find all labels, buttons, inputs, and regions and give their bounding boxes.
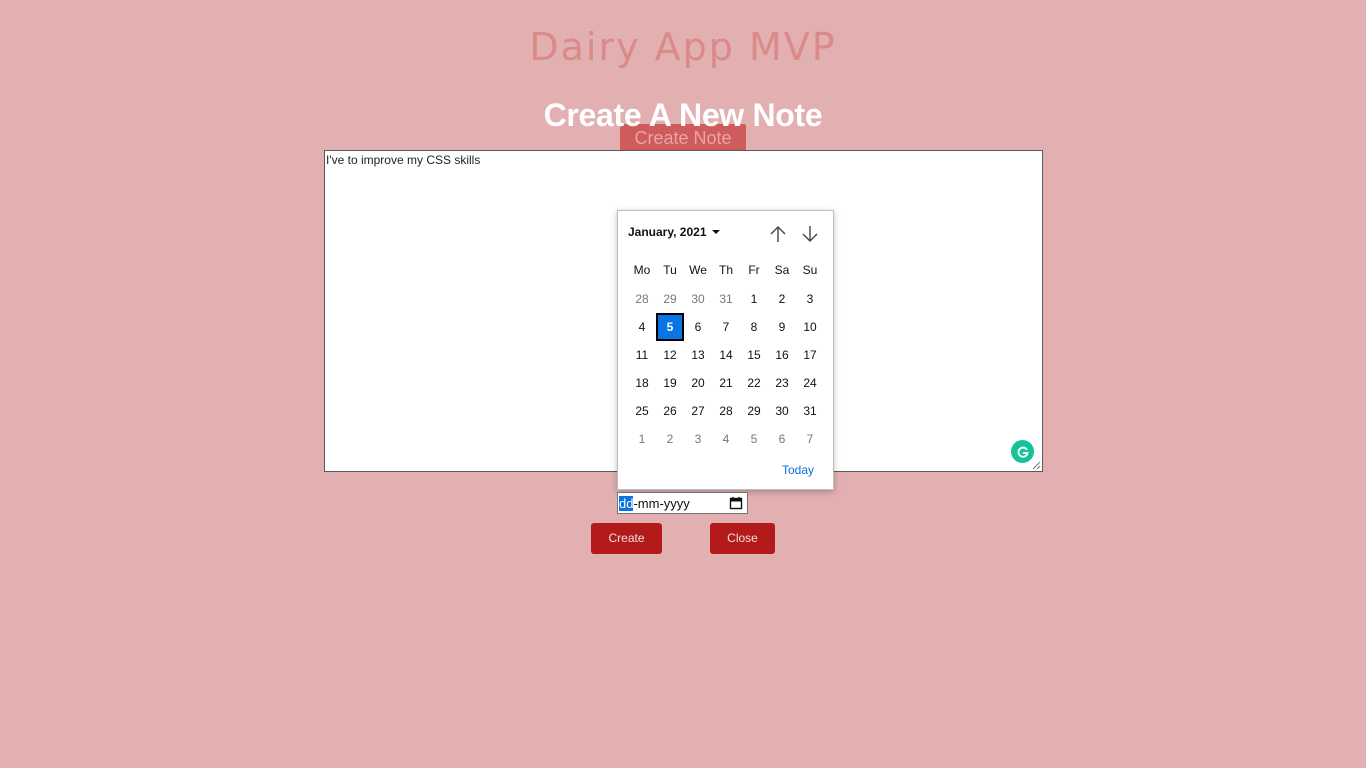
weekday-label: Mo [633, 263, 651, 277]
calendar-day[interactable]: 17 [796, 341, 824, 369]
grammarly-icon[interactable] [1011, 440, 1034, 463]
arrow-up-icon[interactable] [767, 223, 789, 245]
calendar-week-row: 11 12 13 14 15 16 17 [628, 341, 824, 369]
month-year-select[interactable]: January, 2021 [628, 225, 720, 239]
calendar-day[interactable]: 8 [740, 313, 768, 341]
date-picker-popup: January, 2021 Mo Tu We Th Fr Sa Su 28 29… [617, 210, 834, 490]
calendar-week-row: 18 19 20 21 22 23 24 [628, 369, 824, 397]
date-day-segment[interactable]: dd [619, 495, 634, 511]
weekday-label: Fr [748, 263, 760, 277]
app-title: Dairy App MVP [529, 25, 837, 69]
calendar-week-row: 4 5 6 7 8 9 10 [628, 313, 824, 341]
calendar-day[interactable]: 19 [656, 369, 684, 397]
resize-handle-icon[interactable] [1032, 461, 1041, 470]
date-input[interactable]: dd -mm-yyyy [617, 492, 748, 514]
calendar-day[interactable]: 11 [628, 341, 656, 369]
calendar-day[interactable]: 7 [712, 313, 740, 341]
calendar-day[interactable]: 21 [712, 369, 740, 397]
note-text: I've to improve my CSS skills [326, 153, 481, 167]
calendar-day[interactable]: 12 [656, 341, 684, 369]
weekday-label: Tu [663, 263, 677, 277]
arrow-down-icon[interactable] [799, 223, 821, 245]
date-month-year-segment[interactable]: -mm-yyyy [633, 496, 689, 511]
caret-down-icon [711, 230, 720, 234]
modal-title: Create A New Note [543, 97, 823, 133]
calendar-day[interactable]: 3 [796, 285, 824, 313]
calendar-day[interactable]: 16 [768, 341, 796, 369]
calendar-day[interactable]: 6 [684, 313, 712, 341]
calendar-icon[interactable] [729, 496, 743, 510]
calendar-day[interactable]: 31 [712, 285, 740, 313]
calendar-week-row: 25 26 27 28 29 30 31 [628, 397, 824, 425]
calendar-day[interactable]: 20 [684, 369, 712, 397]
calendar-day[interactable]: 31 [796, 397, 824, 425]
calendar-day[interactable]: 4 [628, 313, 656, 341]
calendar-day[interactable]: 9 [768, 313, 796, 341]
calendar-day[interactable]: 4 [712, 425, 740, 453]
calendar-day[interactable]: 18 [628, 369, 656, 397]
calendar-day-selected[interactable]: 5 [656, 313, 684, 341]
calendar-day[interactable]: 30 [768, 397, 796, 425]
calendar-day[interactable]: 13 [684, 341, 712, 369]
weekday-label: Su [802, 263, 818, 277]
create-button[interactable]: Create [591, 523, 662, 554]
calendar-day[interactable]: 14 [712, 341, 740, 369]
calendar-day[interactable]: 15 [740, 341, 768, 369]
weekday-label: Th [718, 263, 733, 277]
weekday-label: We [689, 263, 707, 277]
calendar-day[interactable]: 5 [740, 425, 768, 453]
weekday-header: Mo Tu We Th Fr Sa Su [628, 262, 824, 278]
calendar-day[interactable]: 29 [740, 397, 768, 425]
today-button[interactable]: Today [782, 463, 814, 477]
calendar-day[interactable]: 2 [656, 425, 684, 453]
month-year-label: January, 2021 [628, 225, 707, 239]
calendar-day[interactable]: 29 [656, 285, 684, 313]
calendar-day[interactable]: 2 [768, 285, 796, 313]
calendar-day[interactable]: 24 [796, 369, 824, 397]
calendar-week-row: 28 29 30 31 1 2 3 [628, 285, 824, 313]
calendar-day[interactable]: 10 [796, 313, 824, 341]
calendar-day[interactable]: 3 [684, 425, 712, 453]
calendar-day[interactable]: 28 [628, 285, 656, 313]
calendar-day[interactable]: 22 [740, 369, 768, 397]
close-button[interactable]: Close [710, 523, 775, 554]
calendar-day[interactable]: 25 [628, 397, 656, 425]
calendar-day[interactable]: 27 [684, 397, 712, 425]
calendar-day[interactable]: 6 [768, 425, 796, 453]
calendar-day[interactable]: 1 [628, 425, 656, 453]
calendar-day[interactable]: 1 [740, 285, 768, 313]
calendar-day[interactable]: 7 [796, 425, 824, 453]
calendar-day[interactable]: 30 [684, 285, 712, 313]
weekday-label: Sa [774, 263, 790, 277]
calendar-day[interactable]: 23 [768, 369, 796, 397]
calendar-day[interactable]: 26 [656, 397, 684, 425]
calendar-week-row: 1 2 3 4 5 6 7 [628, 425, 824, 453]
calendar-day[interactable]: 28 [712, 397, 740, 425]
